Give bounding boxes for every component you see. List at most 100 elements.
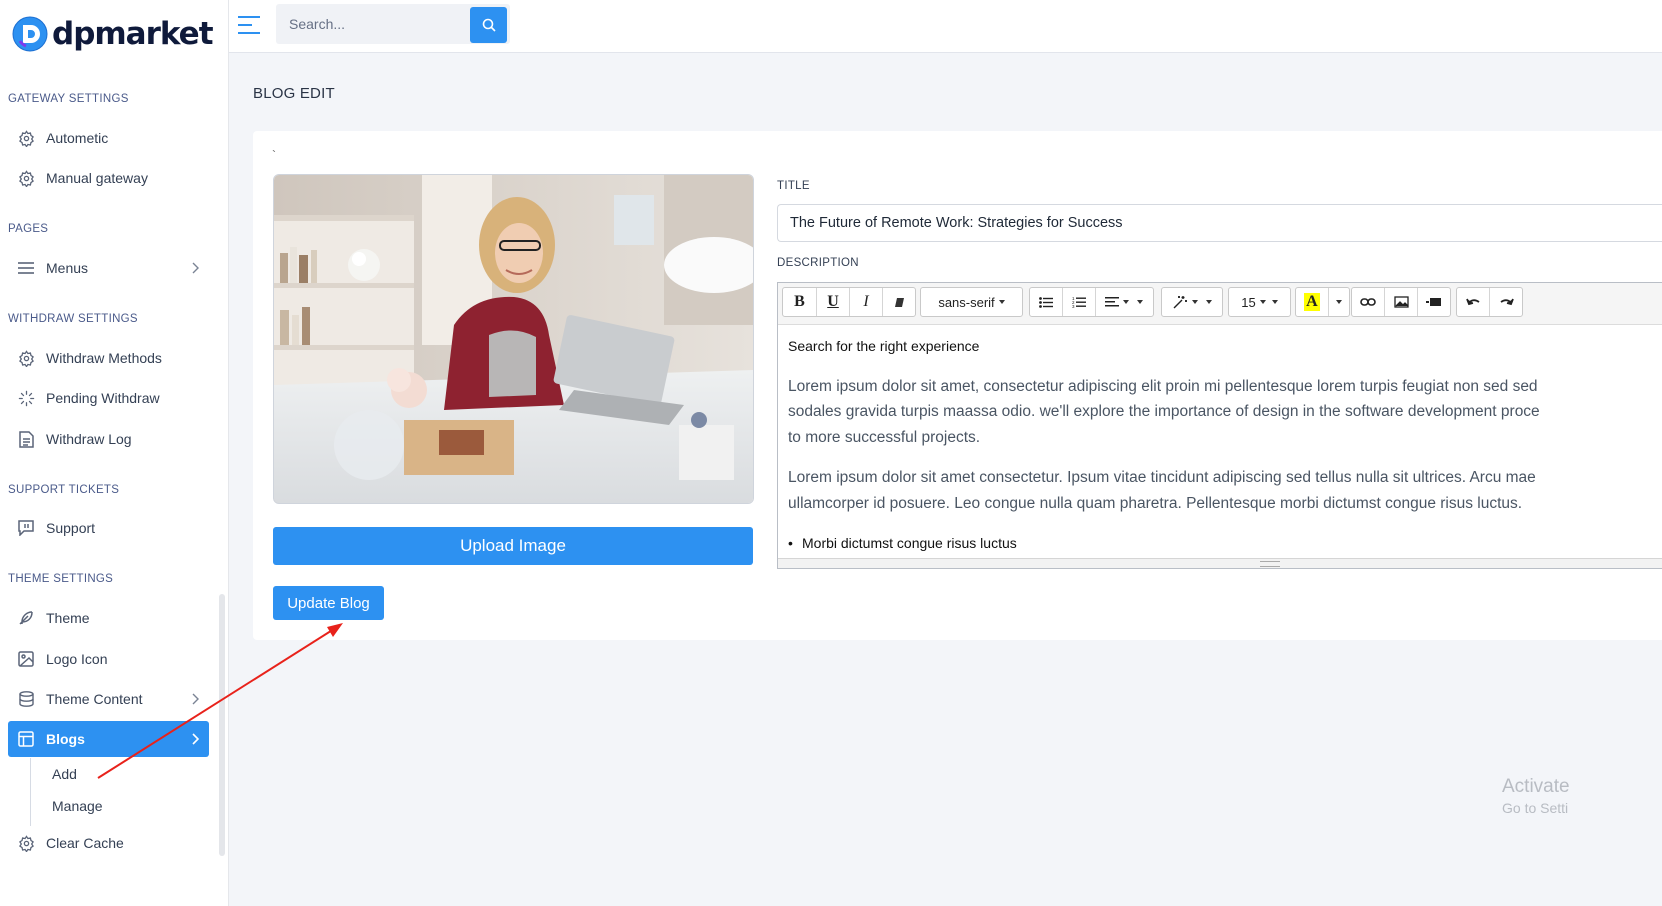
style-dropdown[interactable]	[1161, 287, 1223, 317]
section-pages: PAGES	[8, 223, 49, 235]
menu-toggle-icon[interactable]	[238, 14, 262, 36]
file-text-icon	[17, 430, 35, 448]
svg-text:3: 3	[1072, 304, 1075, 308]
eraser-icon[interactable]	[883, 288, 915, 316]
layout-icon	[17, 730, 35, 748]
caret-down-icon	[1192, 300, 1198, 304]
search-input[interactable]	[276, 4, 466, 44]
section-withdraw-settings: WITHDRAW SETTINGS	[8, 313, 138, 325]
color-group: A	[1295, 287, 1350, 317]
sidebar-item-withdraw-methods[interactable]: Withdraw Methods	[8, 340, 209, 376]
sidebar-item-label: Withdraw Methods	[46, 350, 162, 366]
sidebar-subitem-add[interactable]: Add	[52, 766, 77, 782]
search-icon	[482, 18, 496, 32]
caret-down-icon	[1335, 300, 1342, 304]
editor-bullet-item: Morbi dictumst congue risus luctus	[788, 535, 1017, 551]
sidebar-item-clear-cache[interactable]: Clear Cache	[8, 825, 209, 861]
blog-photo	[274, 175, 753, 503]
sidebar-scrollbar[interactable]	[219, 594, 225, 856]
editor-paragraph-2-line-2: ullamcorper id posuere. Leo congue nulla…	[788, 495, 1523, 512]
submenu-line	[30, 758, 31, 826]
gear-icon	[17, 834, 35, 852]
gear-icon	[17, 129, 35, 147]
sidebar-item-label: Theme	[46, 610, 90, 626]
search-button[interactable]	[470, 7, 507, 43]
sidebar-item-label: Pending Withdraw	[46, 390, 160, 406]
section-gateway-settings: GATEWAY SETTINGS	[8, 93, 129, 105]
caret-down-icon	[998, 300, 1005, 304]
caret-down-icon	[1206, 300, 1212, 304]
windows-activation-watermark-subtitle: Go to Setti	[1502, 800, 1569, 816]
sidebar-item-pending-withdraw[interactable]: Pending Withdraw	[8, 380, 209, 416]
editor-resize-handle[interactable]	[778, 558, 1662, 568]
gear-icon	[17, 349, 35, 367]
chat-icon	[17, 519, 35, 537]
loader-icon	[17, 389, 35, 407]
image-icon	[17, 650, 35, 668]
italic-icon[interactable]: I	[850, 288, 883, 316]
sidebar-subitem-manage[interactable]: Manage	[52, 798, 103, 814]
sidebar-item-theme-content[interactable]: Theme Content	[8, 681, 209, 717]
image-icon[interactable]	[1385, 288, 1418, 316]
sidebar-item-blogs[interactable]: Blogs	[8, 721, 209, 757]
section-theme-settings: THEME SETTINGS	[8, 573, 114, 585]
sidebar-item-label: Support	[46, 520, 96, 536]
font-family-dropdown[interactable]: sans-serif	[920, 287, 1023, 317]
sidebar-item-menus[interactable]: Menus	[8, 250, 209, 286]
editor-paragraph-1-line-3: to more successful projects.	[788, 429, 981, 446]
gear-icon	[17, 169, 35, 187]
caret-down-icon	[1123, 300, 1130, 304]
title-input[interactable]	[777, 204, 1662, 242]
sidebar-item-theme[interactable]: Theme	[8, 600, 209, 636]
insert-group	[1351, 287, 1451, 317]
history-group	[1456, 287, 1523, 317]
sidebar-item-label: Logo Icon	[46, 651, 108, 667]
undo-icon[interactable]	[1457, 288, 1490, 316]
upload-image-button[interactable]: Upload Image	[273, 527, 753, 565]
feather-icon	[17, 609, 35, 627]
ordered-list-icon[interactable]: 123	[1063, 288, 1096, 316]
editor-paragraph-1-line-1: Lorem ipsum dolor sit amet, consectetur …	[788, 378, 1538, 395]
underline-icon[interactable]: U	[817, 288, 850, 316]
editor-paragraph-1-line-2: sodales gravida turpis maassa odio. we'l…	[788, 403, 1540, 420]
database-icon	[17, 690, 35, 708]
font-style-group: B U I	[782, 287, 916, 317]
bold-icon[interactable]: B	[783, 288, 817, 316]
chevron-right-icon	[191, 732, 200, 748]
font-family-value: sans-serif	[938, 294, 995, 310]
sidebar-item-manual-gateway[interactable]: Manual gateway	[8, 160, 209, 196]
grip-icon	[1260, 561, 1280, 567]
align-dropdown[interactable]	[1096, 288, 1153, 316]
video-icon[interactable]	[1418, 288, 1450, 316]
sidebar-item-automatic[interactable]: Autometic	[8, 120, 209, 156]
editor-content[interactable]: Search for the right experience Lorem ip…	[788, 325, 1658, 555]
topbar	[229, 0, 1662, 53]
sidebar-item-label: Withdraw Log	[46, 431, 132, 447]
brand-logo[interactable]: dpmarket	[12, 14, 214, 54]
sidebar-item-logo-icon[interactable]: Logo Icon	[8, 641, 209, 677]
sidebar-item-withdraw-log[interactable]: Withdraw Log	[8, 421, 209, 457]
redo-icon[interactable]	[1490, 288, 1522, 316]
sidebar-item-label: Clear Cache	[46, 835, 124, 851]
sidebar-item-label: Manual gateway	[46, 170, 148, 186]
unordered-list-icon[interactable]	[1030, 288, 1064, 316]
sidebar-item-label: Blogs	[46, 731, 85, 747]
search-box	[276, 4, 510, 44]
sidebar-item-label: Autometic	[46, 130, 109, 146]
caret-down-icon	[1271, 300, 1278, 304]
description-editor: B U I sans-serif 123 15 A Search for the…	[777, 282, 1662, 569]
text-color-icon[interactable]: A	[1296, 288, 1329, 316]
chevron-right-icon	[191, 261, 199, 277]
sidebar-item-support[interactable]: Support	[8, 510, 209, 546]
link-icon[interactable]	[1352, 288, 1386, 316]
color-dropdown[interactable]	[1329, 288, 1349, 316]
editor-toolbar: B U I sans-serif 123 15 A	[778, 283, 1662, 325]
list-icon	[17, 259, 35, 277]
sidebar: dpmarket GATEWAY SETTINGS Autometic Manu…	[0, 0, 229, 906]
section-support-tickets: SUPPORT TICKETS	[8, 484, 120, 496]
update-blog-button[interactable]: Update Blog	[273, 586, 384, 620]
sidebar-item-label: Theme Content	[46, 691, 143, 707]
font-size-dropdown[interactable]: 15	[1228, 287, 1291, 317]
editor-paragraph-2-line-1: Lorem ipsum dolor sit amet consectetur. …	[788, 469, 1536, 486]
align-icon	[1105, 297, 1120, 307]
